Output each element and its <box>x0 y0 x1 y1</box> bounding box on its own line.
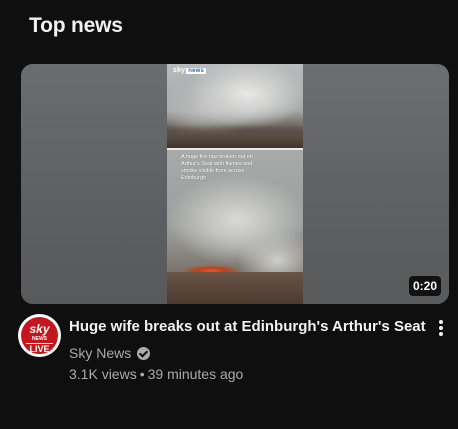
live-badge: LIVE <box>26 343 53 354</box>
hillside-top <box>167 124 303 148</box>
avatar-logo: sky NEWS LIVE <box>21 317 58 354</box>
video-metadata: 3.1K views • 39 minutes ago <box>69 366 243 382</box>
avatar-news-text: NEWS <box>32 336 47 342</box>
news-logo-text: news <box>186 68 207 74</box>
channel-row: Sky News <box>69 345 151 361</box>
thumbnail-blur-right <box>303 64 449 304</box>
avatar-sky-text: sky <box>29 322 50 336</box>
hillside-bottom <box>167 272 303 304</box>
video-caption: A huge fire has broken out on Arthur's S… <box>181 154 253 181</box>
section-title: Top news <box>29 14 123 37</box>
channel-avatar[interactable]: sky NEWS LIVE <box>18 314 61 357</box>
top-news-shelf: Top news sky news A huge fire has broken … <box>0 0 458 429</box>
channel-name[interactable]: Sky News <box>69 345 131 361</box>
view-count: 3.1K views <box>69 366 137 382</box>
meta-separator: • <box>139 366 145 382</box>
more-vert-icon[interactable] <box>437 320 445 338</box>
menu-dot <box>439 332 443 336</box>
duration-badge: 0:20 <box>408 276 441 296</box>
thumbnail-blur-left <box>21 64 167 304</box>
menu-dot <box>439 326 443 330</box>
upload-age: 39 minutes ago <box>147 366 244 382</box>
verified-check-icon <box>137 346 151 360</box>
video-thumbnail[interactable]: sky news A huge fire has broken out on Ar… <box>21 64 449 304</box>
vertical-video-frame: sky news A huge fire has broken out on Ar… <box>167 64 303 304</box>
sky-logo-text: sky <box>173 67 186 74</box>
video-title[interactable]: Huge wife breaks out at Edinburgh's Arth… <box>69 318 426 335</box>
sky-news-logo: sky news <box>173 67 207 74</box>
menu-dot <box>439 320 443 324</box>
